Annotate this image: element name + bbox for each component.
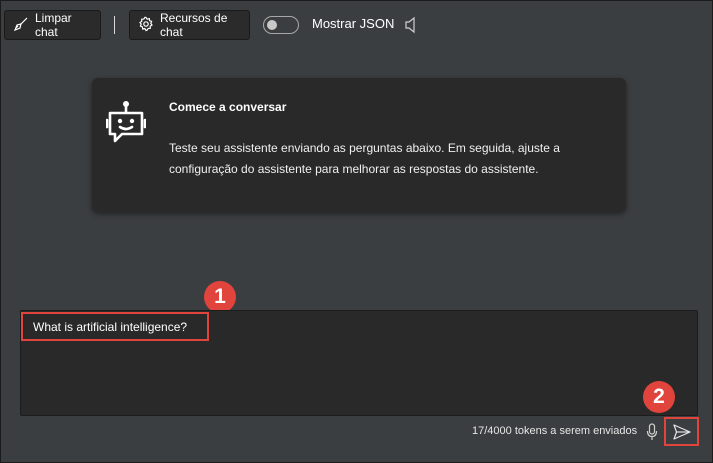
show-json-label: Mostrar JSON	[312, 16, 395, 31]
welcome-card: Comece a conversar Teste seu assistente …	[92, 78, 626, 212]
clear-chat-button[interactable]: Limpar chat	[4, 10, 101, 40]
microphone-icon[interactable]	[646, 423, 658, 446]
chat-resources-button[interactable]: Recursos de chat	[129, 10, 250, 40]
token-count: 17/4000 tokens a serem enviados	[472, 425, 638, 437]
show-json-toggle[interactable]	[263, 16, 299, 34]
input-highlight	[21, 312, 209, 341]
gear-icon	[138, 16, 154, 35]
chat-resources-label: Recursos de chat	[160, 11, 228, 39]
bot-icon	[105, 100, 147, 153]
step-1-badge: 1	[204, 281, 236, 313]
welcome-title: Comece a conversar	[169, 100, 287, 114]
toolbar-divider	[114, 16, 115, 34]
toggle-knob	[267, 20, 277, 30]
welcome-description: Teste seu assistente enviando as pergunt…	[169, 141, 560, 176]
send-icon[interactable]	[673, 424, 691, 445]
step-2-badge: 2	[643, 381, 675, 413]
clear-chat-label: Limpar chat	[35, 11, 72, 39]
speaker-icon[interactable]	[404, 16, 418, 39]
broom-icon	[13, 16, 29, 35]
